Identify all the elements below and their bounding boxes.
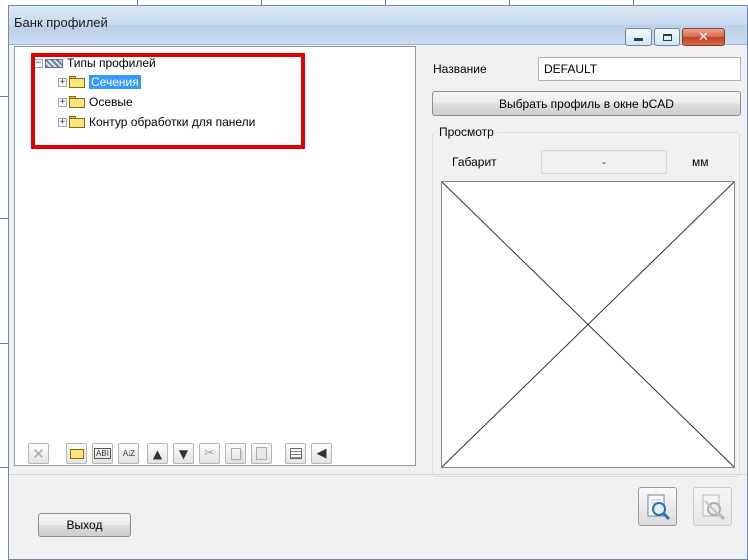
preview-group-title: Просмотр bbox=[436, 125, 497, 139]
empty-preview-cross bbox=[442, 182, 734, 467]
footer-separator bbox=[9, 474, 747, 475]
edge-tick bbox=[0, 343, 8, 344]
move-up-button[interactable]: ▲ bbox=[147, 443, 168, 464]
document-search-disabled-icon bbox=[702, 494, 725, 520]
arrow-left-icon: ◀ bbox=[316, 446, 327, 461]
paste-button[interactable] bbox=[251, 443, 272, 464]
cut-button[interactable]: ✂ bbox=[199, 443, 220, 464]
new-folder-icon bbox=[69, 448, 84, 459]
gabarit-field: - bbox=[541, 150, 667, 174]
window-title: Банк профилей bbox=[14, 15, 108, 30]
title-bar[interactable]: Банк профилей ✕ bbox=[9, 6, 747, 46]
paste-icon bbox=[256, 447, 267, 460]
close-icon: ✕ bbox=[698, 29, 709, 45]
edge-tick bbox=[0, 467, 8, 468]
profile-preview bbox=[441, 181, 735, 468]
delete-icon: ✕ bbox=[32, 444, 45, 463]
preview-zoom-button[interactable] bbox=[638, 487, 677, 526]
pick-profile-button[interactable]: Выбрать профиль в окне bCAD bbox=[432, 91, 741, 116]
maximize-button[interactable] bbox=[654, 28, 680, 46]
copy-icon bbox=[230, 447, 241, 460]
new-folder-button[interactable] bbox=[66, 443, 87, 464]
exit-button[interactable]: Выход bbox=[38, 513, 131, 537]
move-up-icon: ▲ bbox=[152, 446, 163, 461]
sort-az-icon: A↓Z bbox=[122, 449, 135, 458]
gabarit-label: Габарит bbox=[452, 155, 497, 169]
exit-label: Выход bbox=[66, 518, 103, 532]
move-down-icon: ▼ bbox=[178, 446, 189, 461]
unit-label: мм bbox=[692, 155, 709, 169]
name-field[interactable]: DEFAULT bbox=[538, 57, 741, 81]
import-icon bbox=[289, 448, 302, 459]
delete-button[interactable]: ✕ bbox=[28, 443, 49, 464]
sort-button[interactable]: A↓Z bbox=[118, 443, 139, 464]
preview-clear-button[interactable] bbox=[693, 487, 732, 526]
close-button[interactable]: ✕ bbox=[682, 28, 725, 46]
cut-icon: ✂ bbox=[204, 446, 215, 461]
back-button[interactable]: ◀ bbox=[311, 443, 332, 464]
rename-button[interactable]: ABI bbox=[92, 443, 113, 464]
minimize-button[interactable] bbox=[625, 28, 652, 46]
pick-profile-label: Выбрать профиль в окне bCAD bbox=[499, 96, 674, 111]
name-label: Название bbox=[433, 62, 487, 76]
document-search-icon bbox=[647, 494, 670, 520]
copy-button[interactable] bbox=[225, 443, 246, 464]
name-field-value: DEFAULT bbox=[544, 62, 598, 76]
maximize-icon bbox=[662, 33, 672, 41]
import-button[interactable] bbox=[285, 443, 306, 464]
edge-tick bbox=[0, 96, 8, 97]
annotation-highlight-frame bbox=[31, 53, 305, 149]
edge-tick bbox=[0, 218, 8, 219]
rename-icon: ABI bbox=[94, 448, 111, 459]
move-down-button[interactable]: ▼ bbox=[173, 443, 194, 464]
minimize-icon bbox=[634, 38, 643, 41]
gabarit-value: - bbox=[602, 155, 606, 169]
